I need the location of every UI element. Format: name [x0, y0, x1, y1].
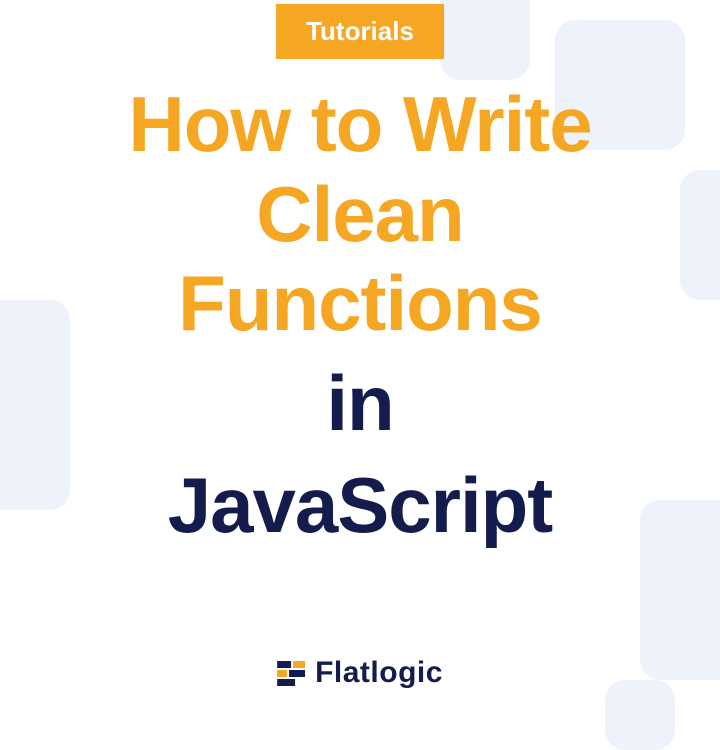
title-line-2: Clean: [0, 170, 720, 260]
title-line-4: in: [0, 357, 720, 451]
badge-label: Tutorials: [306, 16, 414, 46]
title-line-5: JavaScript: [0, 459, 720, 553]
brand-logo: Flatlogic: [277, 656, 443, 690]
decorative-tile: [440, 0, 530, 80]
brand-name: Flatlogic: [315, 656, 443, 690]
title-line-1: How to Write: [0, 80, 720, 170]
flatlogic-icon: [277, 659, 305, 687]
category-badge: Tutorials: [276, 4, 444, 59]
title-block: How to Write Clean Functions in JavaScri…: [0, 80, 720, 552]
title-line-3: Functions: [0, 259, 720, 349]
decorative-tile: [605, 680, 675, 750]
